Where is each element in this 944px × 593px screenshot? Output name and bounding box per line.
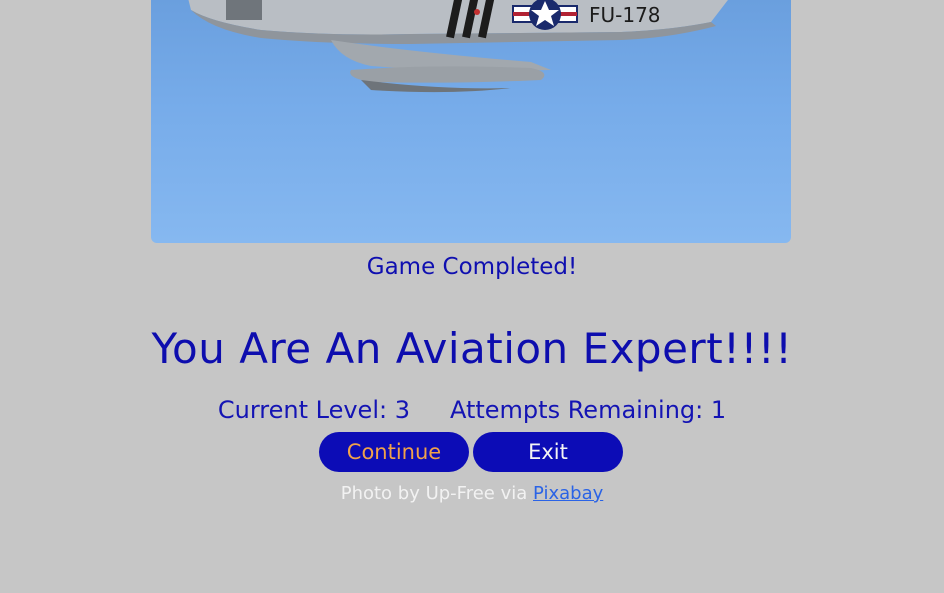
credit-text: Photo by Up-Free via <box>340 483 534 504</box>
attempts-remaining: Attempts Remaining: 1 <box>449 396 727 424</box>
result-headline: You Are An Aviation Expert!!!! <box>151 324 793 373</box>
current-level: Current Level: 3 <box>217 396 410 424</box>
game-stats: Current Level: 3 Attempts Remaining: 1 <box>0 393 944 427</box>
game-result-page: FU-178 Game Completed! You Are An Aviati… <box>0 0 944 593</box>
tail-marking: FU-178 <box>589 3 661 27</box>
continue-button[interactable]: Continue <box>319 432 469 472</box>
game-status: Game Completed! <box>366 254 578 280</box>
photo-credit: Photo by Up-Free via Pixabay <box>0 480 944 508</box>
pixabay-link[interactable]: Pixabay <box>533 483 603 504</box>
aircraft-photo: FU-178 <box>151 0 791 243</box>
exit-button[interactable]: Exit <box>473 432 623 472</box>
